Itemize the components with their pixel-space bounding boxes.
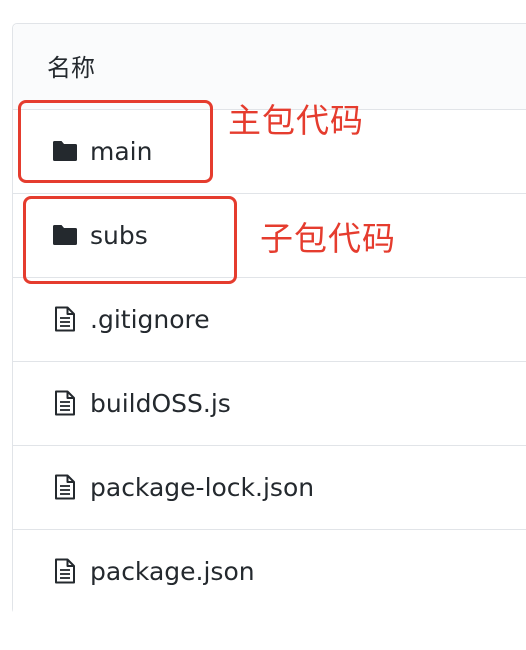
file-icon [51,473,79,501]
table-header: 名称 [13,24,526,110]
main-highlight-box [18,100,213,183]
file-row-package-lock[interactable]: package-lock.json [13,446,526,530]
main-annotation: 主包代码 [228,101,364,140]
file-name[interactable]: buildOSS.js [90,388,231,420]
file-name[interactable]: .gitignore [90,304,210,336]
subs-annotation: 子包代码 [260,219,396,258]
file-icon [51,389,79,417]
file-icon [51,305,79,333]
subs-highlight-box [23,196,237,284]
file-row-package[interactable]: package.json [13,530,526,614]
page: 名称 main subs .gitignore buildOSS.js pack… [0,0,526,650]
file-icon [51,557,79,585]
name-column-header: 名称 [47,54,95,82]
file-row-buildoss[interactable]: buildOSS.js [13,362,526,446]
file-name[interactable]: package-lock.json [90,472,314,504]
file-row-gitignore[interactable]: .gitignore [13,278,526,362]
file-name[interactable]: package.json [90,556,255,588]
